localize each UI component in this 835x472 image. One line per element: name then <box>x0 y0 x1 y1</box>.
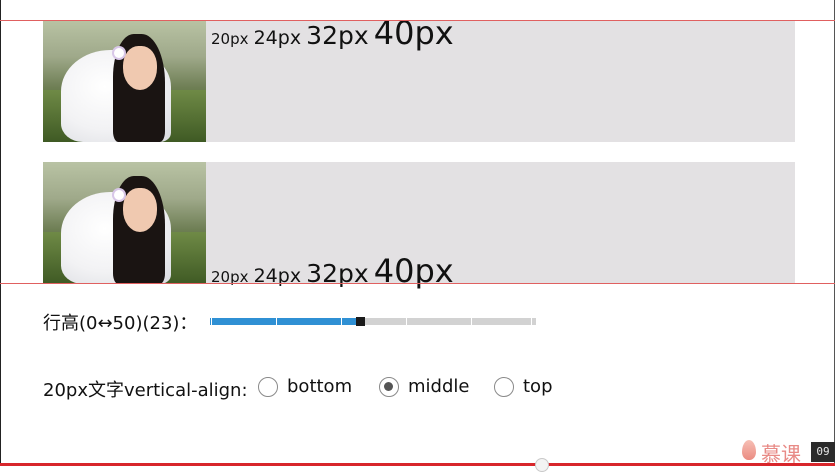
slider-handle[interactable] <box>356 317 365 326</box>
sample-20px: 20px <box>211 30 249 48</box>
radio-label: bottom <box>287 376 353 397</box>
demo-box-bottom: 20px 24px 32px 40px <box>43 162 795 290</box>
progress-scrub-handle[interactable] <box>535 458 549 472</box>
demo-box-top: 20px 24px 32px 40px <box>43 14 795 142</box>
flame-icon <box>742 440 756 460</box>
radio-circle[interactable] <box>258 377 278 397</box>
radio-label: middle <box>408 376 470 397</box>
slider-fill <box>210 318 360 325</box>
vertical-align-label: 20px文字vertical-align: <box>43 380 248 401</box>
radio-circle-checked[interactable] <box>379 377 399 397</box>
font-size-samples: 20px 24px 32px 40px <box>211 252 454 290</box>
radio-label: top <box>523 376 553 397</box>
sample-32px: 32px <box>306 21 369 50</box>
radio-circle[interactable] <box>494 377 514 397</box>
window-left-border <box>0 0 1 466</box>
guide-line-bottom <box>0 283 835 284</box>
page-number-badge: 09 <box>811 442 835 462</box>
girl-photo <box>43 20 206 142</box>
line-height-slider[interactable] <box>210 317 536 326</box>
line-height-label: 行高(0↔50)(23)： <box>43 313 198 334</box>
guide-line-top <box>0 20 835 21</box>
girl-photo <box>43 162 206 284</box>
sample-24px: 24px <box>253 27 302 49</box>
sample-40px: 40px <box>373 252 454 290</box>
